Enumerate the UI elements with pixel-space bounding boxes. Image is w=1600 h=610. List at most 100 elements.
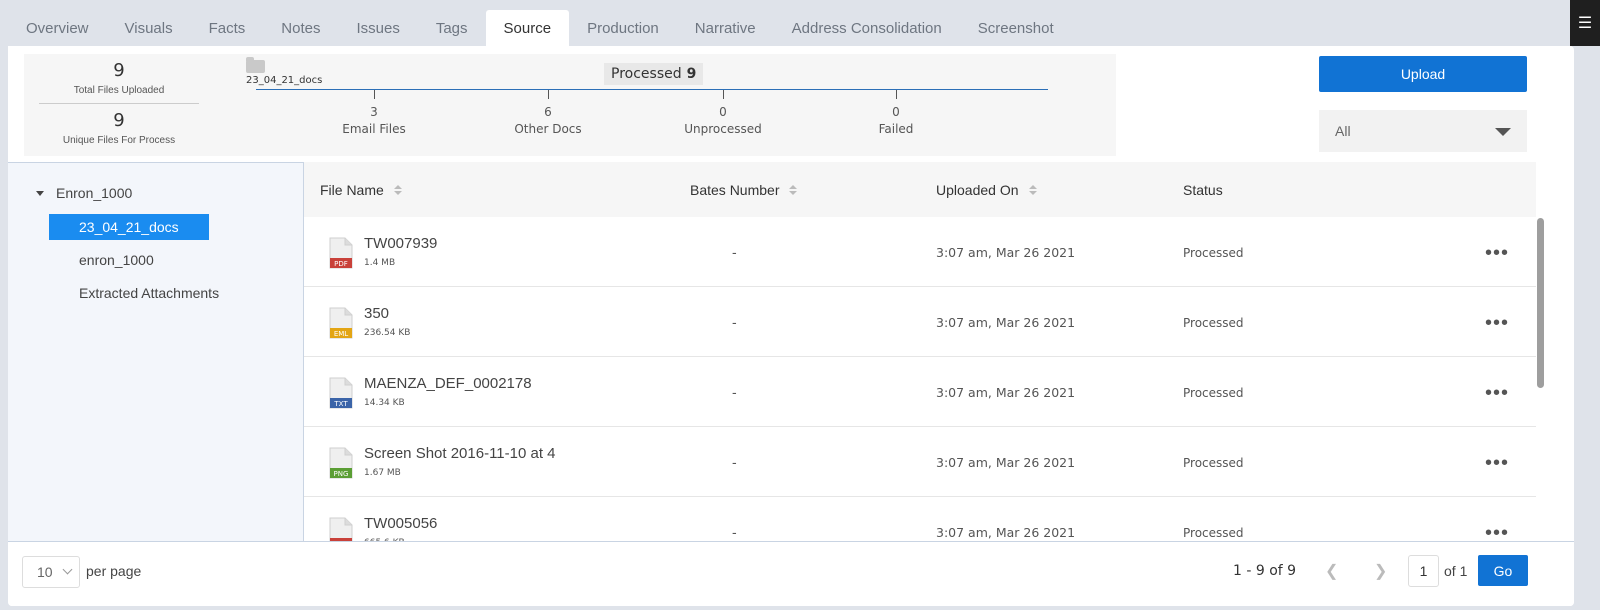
file-name[interactable]: MAENZA_DEF_0002178	[364, 375, 532, 392]
file-type-icon: PDF	[329, 237, 353, 269]
tab-overview[interactable]: Overview	[8, 10, 107, 46]
column-status: Status	[1183, 162, 1223, 217]
more-actions-icon[interactable]: •••	[1485, 243, 1509, 263]
bates-number: -	[732, 244, 737, 260]
file-name[interactable]: TW005056	[364, 515, 437, 532]
file-type-label: TXT	[333, 400, 348, 408]
column-uploaded-on[interactable]: Uploaded On	[936, 162, 1037, 217]
more-actions-icon[interactable]: •••	[1485, 383, 1509, 403]
status-filter-select[interactable]: All	[1319, 110, 1527, 152]
file-name[interactable]: TW007939	[364, 235, 437, 252]
sort-icon[interactable]	[1028, 184, 1037, 195]
other-docs-count: 6	[544, 105, 552, 119]
table-row[interactable]: EML 350 236.54 KB - 3:07 am, Mar 26 2021 Proc…	[304, 287, 1536, 357]
menu-icon[interactable]: ☰	[1570, 0, 1600, 46]
file-size: 1.67 MB	[364, 468, 401, 478]
tab-address-consolidation[interactable]: Address Consolidation	[774, 10, 960, 46]
folder-icon	[246, 57, 265, 73]
other-docs-label: Other Docs	[514, 122, 582, 136]
file-type-label: PNG	[334, 470, 349, 478]
bates-number: -	[732, 314, 737, 330]
page-range: 1 - 9 of 9	[1233, 563, 1297, 579]
status-text: Processed	[1183, 246, 1244, 260]
upload-button[interactable]: Upload	[1319, 56, 1527, 92]
tab-facts[interactable]: Facts	[191, 10, 264, 46]
table-row[interactable]: PDFTW005056665.6 KB-3:07 am, Mar 26 2021…	[304, 497, 1536, 541]
file-type-icon: PDF	[329, 517, 353, 541]
unprocessed-count: 0	[719, 105, 727, 119]
unique-files-stat: 9 Unique Files For Process	[39, 110, 199, 146]
table-row[interactable]: TXT MAENZA_DEF_0002178 14.34 KB - 3:07 am, M…	[304, 357, 1536, 427]
processed-label: Processed	[611, 66, 682, 82]
chevron-left-icon[interactable]: ❮	[1325, 561, 1338, 581]
bates-number: -	[732, 384, 737, 400]
file-type-icon: EML	[329, 307, 353, 339]
status-text: Processed	[1183, 456, 1244, 470]
table-header: File Name Bates Number Uploaded On Statu…	[304, 162, 1536, 217]
column-label: Uploaded On	[936, 181, 1019, 198]
bates-number: -	[732, 524, 737, 540]
file-name[interactable]: Screen Shot 2016-11-10 at 4	[364, 445, 556, 462]
caret-down-icon	[1495, 128, 1511, 136]
tick	[722, 90, 724, 99]
file-type-label: PDF	[334, 260, 348, 268]
email-files-stat: 3 Email Files	[314, 90, 434, 136]
chevron-right-icon[interactable]: ❯	[1374, 561, 1387, 581]
total-files-label: Total Files Uploaded	[73, 85, 165, 96]
tree-item-enron-1000[interactable]: enron_1000	[49, 247, 184, 273]
source-panel: 9 Total Files Uploaded 9 Unique Files Fo…	[8, 46, 1574, 606]
processed-indicator: Processed 9	[604, 63, 704, 85]
per-page-select[interactable]: 10	[22, 556, 80, 588]
tab-source[interactable]: Source	[485, 10, 570, 46]
column-bates-number[interactable]: Bates Number	[690, 162, 798, 217]
total-files-stat: 9 Total Files Uploaded	[39, 60, 199, 96]
pagination-bar: 10 per page 1 - 9 of 9 ❮ ❯ of 1 Go	[8, 541, 1574, 606]
page-total-label: of 1	[1444, 563, 1468, 579]
tab-screenshot[interactable]: Screenshot	[960, 10, 1072, 46]
file-type-icon: TXT	[329, 377, 353, 409]
tick	[547, 90, 549, 99]
more-actions-icon[interactable]: •••	[1485, 453, 1509, 473]
file-size: 1.4 MB	[364, 258, 396, 268]
table-row[interactable]: PNG Screen Shot 2016-11-10 at 4 1.67 MB - 3:…	[304, 427, 1536, 497]
per-page-value: 10	[37, 564, 53, 580]
tree-item-23-04-21-docs[interactable]: 23_04_21_docs	[49, 214, 209, 240]
tab-notes[interactable]: Notes	[263, 10, 338, 46]
go-button[interactable]: Go	[1478, 555, 1528, 586]
failed-stat: 0 Failed	[836, 90, 956, 136]
uploaded-on: 3:07 am, Mar 26 2021	[936, 385, 1076, 400]
folder-tree: Enron_1000 23_04_21_docs enron_1000 Extr…	[8, 162, 304, 541]
tab-production[interactable]: Production	[569, 10, 677, 46]
tick	[895, 90, 897, 99]
uploaded-on: 3:07 am, Mar 26 2021	[936, 455, 1076, 470]
sort-icon[interactable]	[393, 184, 402, 195]
tab-narrative[interactable]: Narrative	[677, 10, 774, 46]
folder-name: 23_04_21_docs	[246, 75, 323, 86]
tab-visuals[interactable]: Visuals	[107, 10, 191, 46]
tab-tags[interactable]: Tags	[418, 10, 486, 46]
more-actions-icon[interactable]: •••	[1485, 523, 1509, 541]
tree-root-node[interactable]: Enron_1000	[36, 185, 132, 201]
vertical-scrollbar[interactable]	[1537, 218, 1544, 388]
sort-icon[interactable]	[789, 184, 798, 195]
file-size: 236.54 KB	[364, 328, 411, 338]
table-row[interactable]: PDF TW007939 1.4 MB - 3:07 am, Mar 26 2021 Pr…	[304, 217, 1536, 287]
file-name[interactable]: 350	[364, 305, 389, 322]
uploaded-on: 3:07 am, Mar 26 2021	[936, 315, 1076, 330]
tree-item-extracted-attachments[interactable]: Extracted Attachments	[49, 280, 249, 306]
uploaded-on: 3:07 am, Mar 26 2021	[936, 525, 1076, 540]
status-text: Processed	[1183, 316, 1244, 330]
file-size: 14.34 KB	[364, 398, 405, 408]
file-type-icon: PNG	[329, 447, 353, 479]
email-files-label: Email Files	[342, 122, 406, 136]
table-body: PDF TW007939 1.4 MB - 3:07 am, Mar 26 2021 Pr…	[304, 217, 1536, 541]
unique-files-count: 9	[113, 110, 125, 131]
failed-count: 0	[892, 105, 900, 119]
page-number-input[interactable]	[1408, 555, 1439, 587]
email-files-count: 3	[370, 105, 378, 119]
more-actions-icon[interactable]: •••	[1485, 313, 1509, 333]
column-file-name[interactable]: File Name	[320, 162, 402, 217]
tree-root-label: Enron_1000	[56, 185, 133, 201]
tab-issues[interactable]: Issues	[338, 10, 417, 46]
expand-caret-icon[interactable]	[36, 190, 44, 196]
